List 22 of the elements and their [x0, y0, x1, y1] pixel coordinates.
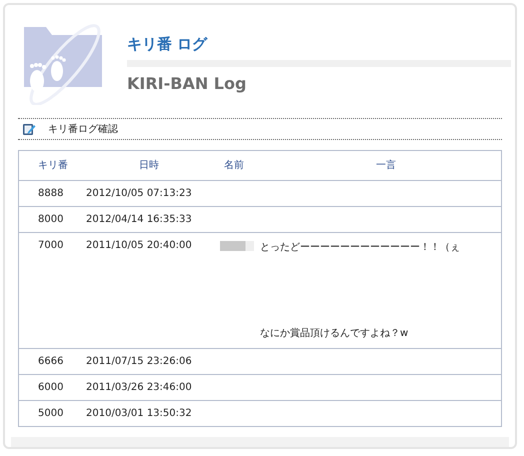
column-header: キリ番: [37, 158, 69, 172]
log-link[interactable]: キリ番ログ確認: [48, 122, 118, 136]
column-header: 一言: [375, 158, 397, 173]
datetime-cell-text: 2012/04/14 16:35:33: [85, 212, 193, 225]
page-title: キリ番 ログ: [127, 35, 208, 55]
number-cell-text: 8888: [37, 186, 64, 199]
datetime-cell-text: 2011/10/05 20:40:00: [85, 238, 193, 251]
column-header: 名前: [223, 158, 245, 172]
number-cell-text: 6000: [37, 380, 64, 393]
datetime-cell-text: 2011/07/15 23:26:06: [85, 354, 193, 367]
number-cell-text: 7000: [37, 238, 64, 251]
clipboard-icon: [22, 122, 36, 136]
comment-text: なにか賞品頂けるんですよね？w: [260, 326, 410, 340]
comment-text: とったどーーーーーーーーーーーー！！（ぇ: [260, 240, 461, 254]
datetime-cell-text: 2010/03/01 13:50:32: [85, 406, 193, 419]
column-header: 日時: [138, 158, 160, 172]
datetime-cell-text: 2012/10/05 07:13:23: [85, 186, 193, 199]
number-cell-text: 8000: [37, 212, 64, 225]
page-subtitle: KIRI-BAN Log: [127, 74, 248, 93]
number-cell-text: 5000: [37, 406, 64, 419]
datetime-cell-text: 2011/03/26 23:46:00: [85, 380, 193, 393]
number-cell-text: 6666: [37, 354, 64, 367]
